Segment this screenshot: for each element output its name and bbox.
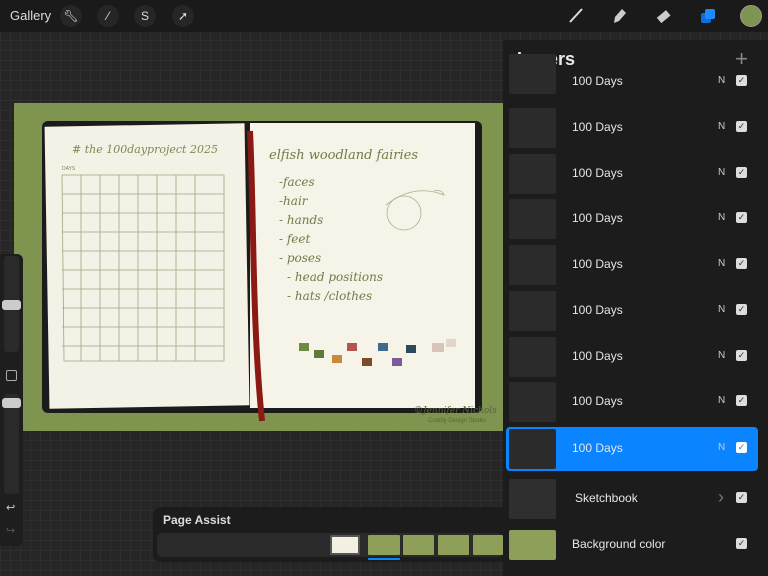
layer-background-color[interactable]: Background color ✓ xyxy=(506,523,758,567)
blend-mode-button[interactable]: N xyxy=(718,212,725,223)
page-thumbnail-2[interactable] xyxy=(368,535,400,555)
layer-row[interactable]: 100 Days N ✓ xyxy=(506,106,758,150)
page-strip[interactable] xyxy=(157,533,503,560)
color-swatch[interactable] xyxy=(740,5,762,27)
blend-mode-button[interactable]: N xyxy=(718,75,725,86)
layer-label: 100 Days xyxy=(572,74,623,88)
smudge-icon[interactable] xyxy=(608,5,630,27)
right-page-title: elfish woodland fairies xyxy=(269,148,418,163)
blend-mode-button[interactable]: N xyxy=(718,442,725,453)
layer-thumbnail xyxy=(509,382,556,422)
layer-row[interactable]: 100 Days N ✓ xyxy=(506,335,758,379)
list-item: - head positions xyxy=(287,270,384,284)
opacity-knob[interactable] xyxy=(2,398,21,408)
signature-sub: Cuddly Design Studio xyxy=(428,418,486,424)
left-page-title: # the 100dayproject 2025 xyxy=(72,143,218,156)
list-item: - poses xyxy=(279,251,322,265)
active-page-indicator xyxy=(368,558,400,560)
left-page xyxy=(44,123,250,409)
layer-label: 100 Days xyxy=(572,349,623,363)
page-thumbnail-4[interactable] xyxy=(438,535,469,555)
visibility-checkbox[interactable]: ✓ xyxy=(736,167,747,178)
layer-label: 100 Days xyxy=(572,257,623,271)
layer-thumbnail xyxy=(509,108,556,148)
layer-row[interactable]: 100 Days N ✓ xyxy=(506,380,758,424)
layer-row[interactable]: 100 Days N ✓ xyxy=(506,243,758,287)
layer-label: 100 Days xyxy=(572,166,623,180)
signature: ©Jennifer Nichols xyxy=(414,406,497,416)
artwork-canvas[interactable]: # the 100dayproject 2025 DAYS elfish woo… xyxy=(14,103,503,431)
blend-mode-button[interactable]: N xyxy=(718,304,725,315)
blend-mode-button[interactable]: N xyxy=(718,395,725,406)
selection-icon[interactable]: S xyxy=(134,5,156,27)
page-assist-panel: Page Assist xyxy=(153,507,503,562)
layers-panel: Layers + 100 Days N ✓ 100 Days N ✓ 100 D… xyxy=(503,40,768,576)
chevron-right-icon[interactable]: › xyxy=(718,487,724,508)
layer-thumbnail xyxy=(509,245,556,285)
layer-label: 100 Days xyxy=(572,394,623,408)
layer-row[interactable]: 100 Days N ✓ xyxy=(506,152,758,196)
gallery-button[interactable]: Gallery xyxy=(10,8,51,23)
opacity-slider[interactable] xyxy=(2,394,21,494)
visibility-checkbox[interactable]: ✓ xyxy=(736,492,747,503)
layer-thumbnail xyxy=(509,54,556,94)
list-item: - hats /clothes xyxy=(287,289,373,303)
transform-arrow-icon[interactable]: ➚ xyxy=(172,5,194,27)
blend-mode-button[interactable]: N xyxy=(718,167,725,178)
visibility-checkbox[interactable]: ✓ xyxy=(736,258,747,269)
magic-wand-icon[interactable]: ⁄ xyxy=(97,5,119,27)
layer-label: 100 Days xyxy=(572,120,623,134)
list-item: -hair xyxy=(279,194,308,208)
visibility-checkbox[interactable]: ✓ xyxy=(736,212,747,223)
layer-row[interactable]: 100 Days N ✓ xyxy=(506,427,758,471)
top-toolbar: Gallery 🔧︎ ⁄ S ➚ xyxy=(0,0,768,32)
blend-mode-button[interactable]: N xyxy=(718,350,725,361)
layer-thumbnail xyxy=(509,479,556,519)
eraser-icon[interactable] xyxy=(652,5,674,27)
brush-size-knob[interactable] xyxy=(2,300,21,310)
modify-button[interactable] xyxy=(6,370,17,381)
visibility-checkbox[interactable]: ✓ xyxy=(736,304,747,315)
layer-row[interactable]: 100 Days N ✓ xyxy=(506,197,758,241)
page-thumbnail-5[interactable] xyxy=(473,535,503,555)
blend-mode-button[interactable]: N xyxy=(718,121,725,132)
visibility-checkbox[interactable]: ✓ xyxy=(736,395,747,406)
layer-thumbnail xyxy=(509,429,556,469)
grid-label: DAYS xyxy=(62,166,76,172)
layer-thumbnail xyxy=(509,291,556,331)
background-color-swatch xyxy=(509,530,556,560)
layer-label: 100 Days xyxy=(572,441,623,455)
layer-label: Background color xyxy=(572,537,666,551)
visibility-checkbox[interactable]: ✓ xyxy=(736,121,747,132)
blend-mode-button[interactable]: N xyxy=(718,258,725,269)
layer-thumbnail xyxy=(509,199,556,239)
brush-icon[interactable] xyxy=(564,5,586,27)
layer-row[interactable]: 100 Days N ✓ xyxy=(506,289,758,333)
wrench-icon[interactable]: 🔧︎ xyxy=(60,5,82,27)
layer-label: Sketchbook xyxy=(575,491,638,505)
page-thumbnail-3[interactable] xyxy=(403,535,434,555)
list-item: -faces xyxy=(279,175,315,189)
list-item: - feet xyxy=(279,232,311,246)
visibility-checkbox[interactable]: ✓ xyxy=(736,350,747,361)
page-assist-title: Page Assist xyxy=(163,513,231,527)
layers-icon[interactable] xyxy=(697,5,719,27)
visibility-checkbox[interactable]: ✓ xyxy=(736,75,747,86)
redo-icon[interactable]: ↪ xyxy=(6,524,15,537)
brush-size-slider[interactable] xyxy=(2,256,21,352)
layer-label: 100 Days xyxy=(572,303,623,317)
layer-thumbnail xyxy=(509,337,556,377)
left-sidebar: ↩ ↪ xyxy=(0,254,23,546)
layer-thumbnail xyxy=(509,154,556,194)
right-page-list: -faces -hair - hands - feet - poses - head po… xyxy=(279,173,383,306)
visibility-checkbox[interactable]: ✓ xyxy=(736,442,747,453)
visibility-checkbox[interactable]: ✓ xyxy=(736,538,747,549)
layer-group-sketchbook[interactable]: Sketchbook › ✓ xyxy=(506,477,758,521)
undo-icon[interactable]: ↩ xyxy=(6,501,15,514)
page-thumbnail-1[interactable] xyxy=(330,535,360,555)
list-item: - hands xyxy=(279,213,324,227)
layer-row[interactable]: 100 Days N ✓ xyxy=(506,54,758,96)
layer-label: 100 Days xyxy=(572,211,623,225)
